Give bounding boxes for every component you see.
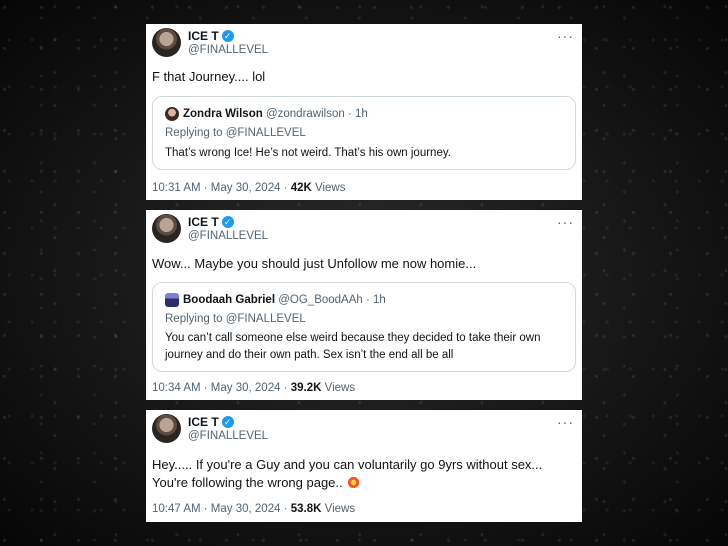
avatar[interactable]	[152, 214, 181, 243]
quoted-tweet[interactable]: Boodaah Gabriel @OG_BoodAAh · 1h Replyin…	[152, 282, 576, 372]
avatar[interactable]	[165, 107, 179, 121]
views-label: Views	[321, 382, 356, 394]
tweet-text: Wow... Maybe you should just Unfollow me…	[152, 256, 477, 271]
tweet-text-block: Hey..... If you're a Guy and you can vol…	[152, 456, 570, 492]
views-count: 42K	[290, 182, 312, 194]
tweet-footer: 10:34 AM · May 30, 2024 · 39.2K Views	[152, 382, 355, 394]
author-row: ICE T ✓	[188, 215, 234, 229]
tweet-card[interactable]: ICE T ✓ @FINALLEVEL ··· Hey..... If you'…	[146, 410, 582, 522]
author-name[interactable]: ICE T	[188, 215, 219, 229]
author-name[interactable]: ICE T	[188, 29, 219, 43]
more-options-icon[interactable]: ···	[557, 214, 574, 230]
quoted-tweet-header: Zondra Wilson @zondrawilson · 1h	[183, 108, 368, 120]
avatar[interactable]	[152, 28, 181, 57]
more-options-icon[interactable]: ···	[557, 28, 574, 44]
author-handle[interactable]: @FINALLEVEL	[188, 430, 268, 442]
views-count: 39.2K	[290, 382, 322, 394]
views-label: Views	[321, 503, 356, 515]
author-row: ICE T ✓	[188, 415, 234, 429]
quoted-author-name[interactable]: Zondra Wilson	[183, 108, 263, 120]
tweet-timestamp[interactable]: 10:34 AM · May 30, 2024 ·	[152, 382, 291, 394]
quoted-author-name[interactable]: Boodaah Gabriel	[183, 294, 275, 306]
avatar[interactable]	[152, 414, 181, 443]
tweet-footer: 10:47 AM · May 30, 2024 · 53.8K Views	[152, 503, 355, 515]
quoted-tweet-header: Boodaah Gabriel @OG_BoodAAh · 1h	[183, 294, 386, 306]
author-handle[interactable]: @FINALLEVEL	[188, 230, 268, 242]
quoted-tweet-text: You can’t call someone else weird becaus…	[165, 332, 541, 361]
replying-to: Replying to @FINALLEVEL	[165, 127, 306, 139]
author-row: ICE T ✓	[188, 29, 234, 43]
verified-badge-icon: ✓	[221, 416, 234, 428]
author-handle[interactable]: @FINALLEVEL	[188, 44, 268, 56]
quoted-tweet-text: That’s wrong Ice! He’s not weird. That’s…	[165, 147, 451, 159]
tweet-timestamp[interactable]: 10:31 AM · May 30, 2024 ·	[152, 182, 291, 194]
verified-badge-icon: ✓	[221, 216, 234, 228]
tweet-card[interactable]: ICE T ✓ @FINALLEVEL ··· F that Journey..…	[146, 24, 582, 200]
replying-to: Replying to @FINALLEVEL	[165, 313, 306, 325]
quoted-tweet[interactable]: Zondra Wilson @zondrawilson · 1h Replyin…	[152, 96, 576, 170]
avatar[interactable]	[165, 293, 179, 307]
tweet-text: F that Journey.... lol	[152, 69, 266, 84]
views-label: Views	[311, 182, 346, 194]
author-name[interactable]: ICE T	[188, 415, 219, 429]
tweet-timestamp[interactable]: 10:47 AM · May 30, 2024 ·	[152, 503, 291, 515]
views-count: 53.8K	[290, 503, 322, 515]
quoted-author-meta: @OG_BoodAAh · 1h	[278, 294, 386, 306]
tweet-card[interactable]: ICE T ✓ @FINALLEVEL ··· Wow... Maybe you…	[146, 210, 582, 400]
verified-badge-icon: ✓	[221, 30, 234, 42]
collision-emoji-icon	[346, 476, 360, 489]
quoted-author-meta: @zondrawilson · 1h	[265, 108, 368, 120]
more-options-icon[interactable]: ···	[557, 414, 574, 430]
tweet-footer: 10:31 AM · May 30, 2024 · 42K Views	[152, 182, 346, 194]
